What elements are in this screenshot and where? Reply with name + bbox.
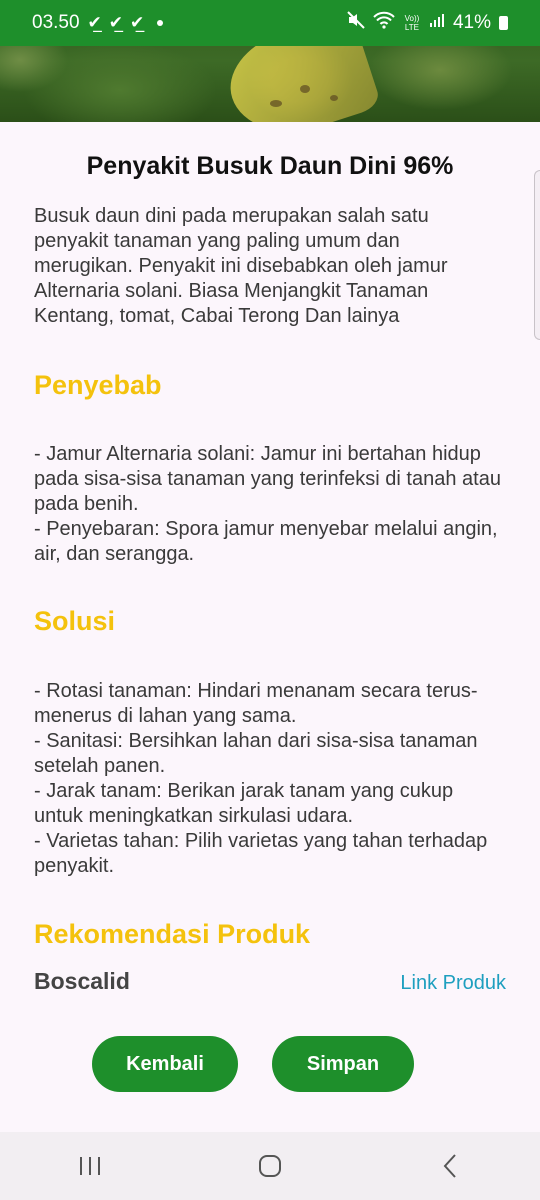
- disease-detail-content[interactable]: Penyakit Busuk Daun Dini 96% Busuk daun …: [0, 122, 540, 1132]
- disease-description: Busuk daun dini pada merupakan salah sat…: [34, 205, 448, 327]
- recent-apps-icon: [80, 1157, 100, 1175]
- recent-apps-button[interactable]: [60, 1146, 120, 1186]
- solution-item: - Sanitasi: Bersihkan lahan dari sisa-si…: [34, 730, 478, 777]
- screen: 03.50 ✔̲ ✔̲ ✔̲ Vo)) LTE 41% Penyakit Bus…: [0, 0, 540, 1200]
- wifi-icon: [373, 11, 395, 35]
- save-button[interactable]: Simpan: [272, 1036, 414, 1092]
- solution-list: - Rotasi tanaman: Hindari menanam secara…: [34, 679, 504, 879]
- cause-list: - Jamur Alternaria solani: Jamur ini ber…: [34, 442, 504, 567]
- solution-item: - Varietas tahan: Pilih varietas yang ta…: [34, 830, 488, 877]
- back-arrow-icon: [443, 1154, 456, 1178]
- leaf-spot: [330, 95, 338, 101]
- solution-item: - Jarak tanam: Berikan jarak tanam yang …: [34, 780, 454, 827]
- back-nav-button[interactable]: [420, 1146, 480, 1186]
- disease-title: Penyakit Busuk Daun Dini 96%: [86, 152, 454, 180]
- status-bar: 03.50 ✔̲ ✔̲ ✔̲ Vo)) LTE 41%: [0, 0, 540, 46]
- notification-check-icon: ✔̲: [87, 13, 102, 32]
- notification-dot-icon: [157, 20, 164, 26]
- back-button[interactable]: Kembali: [92, 1036, 238, 1092]
- mute-icon: [347, 11, 365, 35]
- scrollbar[interactable]: [534, 170, 540, 340]
- status-right: Vo)) LTE 41%: [347, 11, 508, 35]
- leaf-spot: [270, 100, 282, 107]
- recommendation-heading: Rekomendasi Produk: [34, 919, 311, 949]
- home-icon: [259, 1155, 281, 1177]
- cause-item: - Penyebaran: Spora jamur menyebar melal…: [34, 518, 498, 565]
- volte-icon: Vo)) LTE: [404, 14, 420, 32]
- product-name: Boscalid: [34, 968, 130, 994]
- status-time: 03.50: [32, 12, 80, 33]
- home-button[interactable]: [240, 1146, 300, 1186]
- signal-icon: [429, 12, 445, 34]
- product-link[interactable]: Link Produk: [400, 972, 506, 995]
- navigation-bar: [0, 1132, 540, 1200]
- leaf-spot: [300, 85, 310, 93]
- battery-percent: 41%: [452, 12, 491, 33]
- battery-icon: [499, 16, 508, 30]
- cause-item: - Jamur Alternaria solani: Jamur ini ber…: [34, 443, 501, 515]
- solution-heading: Solusi: [34, 606, 116, 636]
- notification-check-icon: ✔̲: [108, 13, 123, 32]
- status-left: 03.50 ✔̲ ✔̲ ✔̲: [32, 12, 164, 34]
- notification-check-icon: ✔̲: [130, 13, 144, 32]
- cause-heading: Penyebab: [34, 370, 162, 400]
- solution-item: - Rotasi tanaman: Hindari menanam secara…: [34, 680, 478, 727]
